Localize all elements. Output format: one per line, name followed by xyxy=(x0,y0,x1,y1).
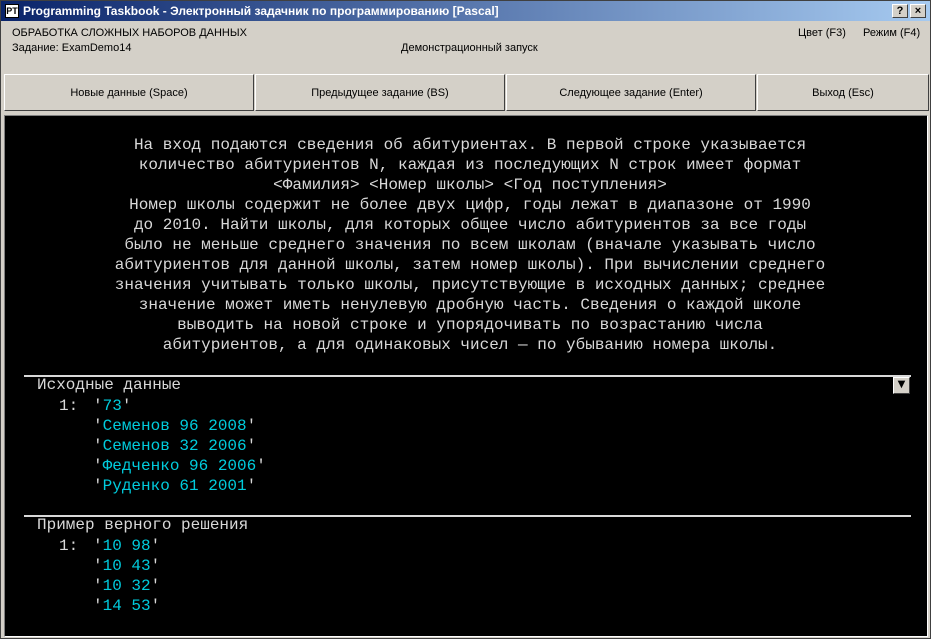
quote-mark: ' xyxy=(93,557,103,575)
quote-mark: ' xyxy=(93,457,103,475)
task-group-title: ОБРАБОТКА СЛОЖНЫХ НАБОРОВ ДАННЫХ xyxy=(12,27,247,39)
data-value: 10 43 xyxy=(102,557,151,575)
title-bar[interactable]: PT Programming Taskbook - Электронный за… xyxy=(1,1,930,21)
navigation-button-bar: Новые данные (Space) Предыдущее задание … xyxy=(1,74,930,112)
quote-mark: ' xyxy=(150,577,161,595)
sample-solution-heading: Пример верного решения xyxy=(37,516,249,534)
new-data-button[interactable]: Новые данные (Space) xyxy=(4,74,254,111)
data-value: 10 32 xyxy=(102,577,151,595)
description-line: количество абитуриентов N, каждая из пос… xyxy=(138,156,802,174)
help-button[interactable]: ? xyxy=(892,4,908,18)
quote-mark: ' xyxy=(93,477,103,495)
quote-mark: ' xyxy=(246,477,257,495)
description-line: На вход подаются сведения об абитуриента… xyxy=(133,136,807,154)
quote-mark: ' xyxy=(93,537,103,555)
task-console: На вход подаются сведения об абитуриента… xyxy=(4,115,928,637)
quote-mark: ' xyxy=(150,557,161,575)
input-data-heading: Исходные данные xyxy=(37,376,182,394)
quote-mark: ' xyxy=(150,537,161,555)
quote-mark: ' xyxy=(256,457,266,475)
line-number: 1: xyxy=(59,397,79,415)
task-description: На вход подаются сведения об абитуриента… xyxy=(5,135,931,355)
app-icon[interactable]: PT xyxy=(5,4,19,18)
description-line: абитуриентов, а для одинаковых чисел — п… xyxy=(162,336,778,354)
description-line: значение может иметь ненулевую дробную ч… xyxy=(138,296,802,314)
quote-mark: ' xyxy=(246,437,257,455)
next-task-button[interactable]: Следующее задание (Enter) xyxy=(506,74,756,111)
quote-mark: ' xyxy=(93,397,103,415)
filter-dropdown-icon[interactable]: ▼ xyxy=(893,377,910,394)
data-value: Руденко 61 2001 xyxy=(102,477,247,495)
description-line: <Фамилия> <Номер школы> <Год поступления… xyxy=(273,176,667,194)
exit-button[interactable]: Выход (Esc) xyxy=(757,74,929,111)
quote-mark: ' xyxy=(93,417,103,435)
quote-mark: ' xyxy=(93,597,103,615)
quote-mark: ' xyxy=(150,597,161,615)
line-number: 1: xyxy=(59,537,79,555)
data-value: 73 xyxy=(102,397,122,415)
quote-mark: ' xyxy=(121,397,132,415)
description-line: было не меньше среднего значения по всем… xyxy=(124,236,816,254)
demo-mode-label: Демонстрационный запуск xyxy=(401,42,538,54)
task-info-panel: ОБРАБОТКА СЛОЖНЫХ НАБОРОВ ДАННЫХ Задание… xyxy=(1,21,930,73)
task-name: Задание: ExamDemo14 xyxy=(12,42,132,54)
window-title: Programming Taskbook - Электронный задач… xyxy=(23,4,499,18)
color-menu-button[interactable]: Цвет (F3) xyxy=(798,27,846,39)
quote-mark: ' xyxy=(93,577,103,595)
previous-task-button[interactable]: Предыдущее задание (BS) xyxy=(255,74,505,111)
description-line: Номер школы содержит не более двух цифр,… xyxy=(129,196,811,214)
description-line: выводить на новой строке и упорядочивать… xyxy=(177,316,763,334)
data-value: Семенов 96 2008 xyxy=(102,417,247,435)
quote-mark: ' xyxy=(246,417,257,435)
mode-menu-button[interactable]: Режим (F4) xyxy=(863,27,920,39)
description-line: абитуриентов для данной школы, затем ном… xyxy=(114,256,826,274)
description-line: до 2010. Найти школы, для которых общее … xyxy=(133,216,807,234)
data-value: 10 98 xyxy=(102,537,151,555)
data-value: Семенов 32 2006 xyxy=(102,437,247,455)
quote-mark: ' xyxy=(93,437,103,455)
app-window: PT Programming Taskbook - Электронный за… xyxy=(0,0,931,639)
data-value: 14 53 xyxy=(102,597,151,615)
data-value: Федченко 96 2006 xyxy=(102,457,257,475)
close-button[interactable]: × xyxy=(910,4,926,18)
description-line: значения учитывать только школы, присутс… xyxy=(114,276,826,294)
